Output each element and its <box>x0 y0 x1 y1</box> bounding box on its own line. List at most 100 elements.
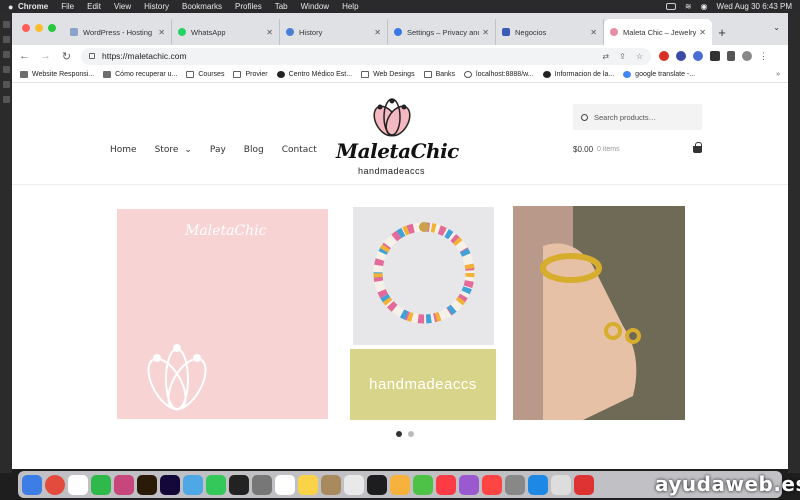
apple-icon[interactable]: ● <box>8 2 18 12</box>
header-cart[interactable]: $0.00 0 items <box>573 142 702 154</box>
podcasts-icon[interactable] <box>459 474 479 495</box>
close-tab-icon[interactable]: ✕ <box>266 28 273 37</box>
more-bookmarks-icon[interactable]: » <box>776 71 780 78</box>
bookmark-item[interactable]: Website Responsi... <box>20 71 94 78</box>
music-icon[interactable] <box>436 474 456 495</box>
menu-bookmarks[interactable]: Bookmarks <box>182 2 222 11</box>
forward-arrow-icon[interactable]: → <box>39 50 52 62</box>
bookmark-item[interactable]: Centro Médico Est... <box>276 71 352 78</box>
site-logo[interactable]: MaletaChic handmadeaccs <box>332 95 459 185</box>
menu-history[interactable]: History <box>144 2 169 11</box>
bookmark-item[interactable]: Banks <box>423 71 455 78</box>
nav-home[interactable]: Home <box>110 145 137 155</box>
menu-app-chrome[interactable]: Chrome <box>18 2 48 11</box>
messages-icon[interactable] <box>91 474 111 495</box>
app-icon[interactable] <box>344 474 364 495</box>
menu-window[interactable]: Window <box>301 2 329 11</box>
extension-icon[interactable] <box>659 51 669 61</box>
minimize-window-button[interactable] <box>35 24 43 32</box>
menu-help[interactable]: Help <box>342 2 358 11</box>
menu-edit[interactable]: Edit <box>87 2 101 11</box>
close-tab-icon[interactable]: ✕ <box>590 28 597 37</box>
zoom-window-button[interactable] <box>48 24 56 32</box>
menu-file[interactable]: File <box>61 2 74 11</box>
app-icon[interactable] <box>551 474 571 495</box>
nav-pay[interactable]: Pay <box>210 145 226 155</box>
tab-wordpress[interactable]: WordPress - Hosting ✕ <box>64 19 172 45</box>
slider-dot[interactable] <box>408 431 414 437</box>
illustrator-icon[interactable] <box>137 474 157 495</box>
url-text[interactable]: https://maletachic.com <box>102 51 602 61</box>
profile-avatar[interactable] <box>742 51 752 61</box>
vscode-icon[interactable] <box>528 474 548 495</box>
slide-panel-brand[interactable]: MaletaChic <box>117 209 328 419</box>
extension-icon[interactable] <box>693 51 703 61</box>
slide-panel-bracelet[interactable] <box>353 207 494 345</box>
lock-icon[interactable] <box>89 53 95 59</box>
slide-panel-hand-photo[interactable] <box>513 206 685 420</box>
tab-whatsapp[interactable]: WhatsApp ✕ <box>172 19 280 45</box>
back-arrow-icon[interactable]: ← <box>18 50 31 62</box>
tool-icon[interactable] <box>2 66 10 73</box>
notes-icon[interactable] <box>298 474 318 495</box>
facetime-icon[interactable] <box>206 474 226 495</box>
puzzle-extensions-icon[interactable] <box>710 51 720 61</box>
control-center-icon[interactable]: ◉ <box>701 2 708 11</box>
app-icon[interactable] <box>252 474 272 495</box>
tool-icon[interactable] <box>2 21 10 28</box>
bookmark-star-icon[interactable]: ☆ <box>636 52 643 61</box>
finder-icon[interactable] <box>22 474 42 495</box>
share-icon[interactable]: ⇪ <box>619 52 626 61</box>
extension-icon[interactable] <box>676 51 686 61</box>
nav-contact[interactable]: Contact <box>282 145 317 155</box>
nav-store[interactable]: Store ⌄ <box>155 145 192 155</box>
slider-dot-active[interactable] <box>396 431 402 437</box>
bookmark-item[interactable]: Cómo recuperar u... <box>103 71 177 78</box>
app-icon[interactable] <box>574 474 594 495</box>
tool-icon[interactable] <box>2 51 10 58</box>
bookmark-item[interactable]: Web Desings <box>361 71 415 78</box>
tab-negocios[interactable]: Negocios ✕ <box>496 19 604 45</box>
app-icon[interactable] <box>114 474 134 495</box>
close-window-button[interactable] <box>22 24 30 32</box>
settings-icon[interactable] <box>505 474 525 495</box>
app-icon[interactable] <box>321 474 341 495</box>
bookmark-item[interactable]: Informacion de la... <box>542 71 614 78</box>
translate-icon[interactable]: ⇄ <box>602 52 609 61</box>
calendar-icon[interactable] <box>275 474 295 495</box>
more-menu-icon[interactable]: ⋮ <box>759 51 768 61</box>
address-bar[interactable]: https://maletachic.com ⇄ ⇪ ☆ <box>81 47 651 65</box>
tab-maletachic[interactable]: Maleta Chic – Jewelry a ✕ <box>604 19 712 45</box>
bookmark-item[interactable]: localhost:8888/w... <box>464 71 534 78</box>
news-icon[interactable] <box>482 474 502 495</box>
premiere-icon[interactable] <box>160 474 180 495</box>
product-search-field[interactable]: Search products… <box>573 104 702 130</box>
nav-blog[interactable]: Blog <box>244 145 264 155</box>
slide-panel-tagline[interactable]: handmadeaccs <box>350 349 496 420</box>
side-panel-icon[interactable] <box>727 51 735 61</box>
close-tab-icon[interactable]: ✕ <box>158 28 165 37</box>
photos-icon[interactable] <box>390 474 410 495</box>
tab-settings[interactable]: Settings – Privacy and s ✕ <box>388 19 496 45</box>
tab-history[interactable]: History ✕ <box>280 19 388 45</box>
clock-datetime[interactable]: Wed Aug 30 6:43 PM <box>717 2 792 11</box>
tool-icon[interactable] <box>2 96 10 103</box>
launchpad-icon[interactable] <box>68 474 88 495</box>
chrome-icon[interactable] <box>45 474 65 495</box>
app-store-icon[interactable] <box>183 474 203 495</box>
menu-tab[interactable]: Tab <box>275 2 288 11</box>
bookmark-item[interactable]: google translate -... <box>623 71 695 78</box>
bookmark-item[interactable]: Provier <box>233 71 268 78</box>
close-tab-icon[interactable]: ✕ <box>374 28 381 37</box>
new-tab-button[interactable]: + <box>712 19 732 45</box>
bookmark-item[interactable]: Courses <box>186 71 224 78</box>
wifi-icon[interactable]: ≋ <box>685 2 692 11</box>
close-tab-icon[interactable]: ✕ <box>482 28 489 37</box>
menu-profiles[interactable]: Profiles <box>235 2 262 11</box>
tab-search-chevron-icon[interactable]: ⌄ <box>773 23 780 32</box>
battery-icon[interactable] <box>665 3 676 10</box>
tool-icon[interactable] <box>2 36 10 43</box>
terminal-icon[interactable] <box>229 474 249 495</box>
tool-icon[interactable] <box>2 81 10 88</box>
menu-view[interactable]: View <box>114 2 131 11</box>
